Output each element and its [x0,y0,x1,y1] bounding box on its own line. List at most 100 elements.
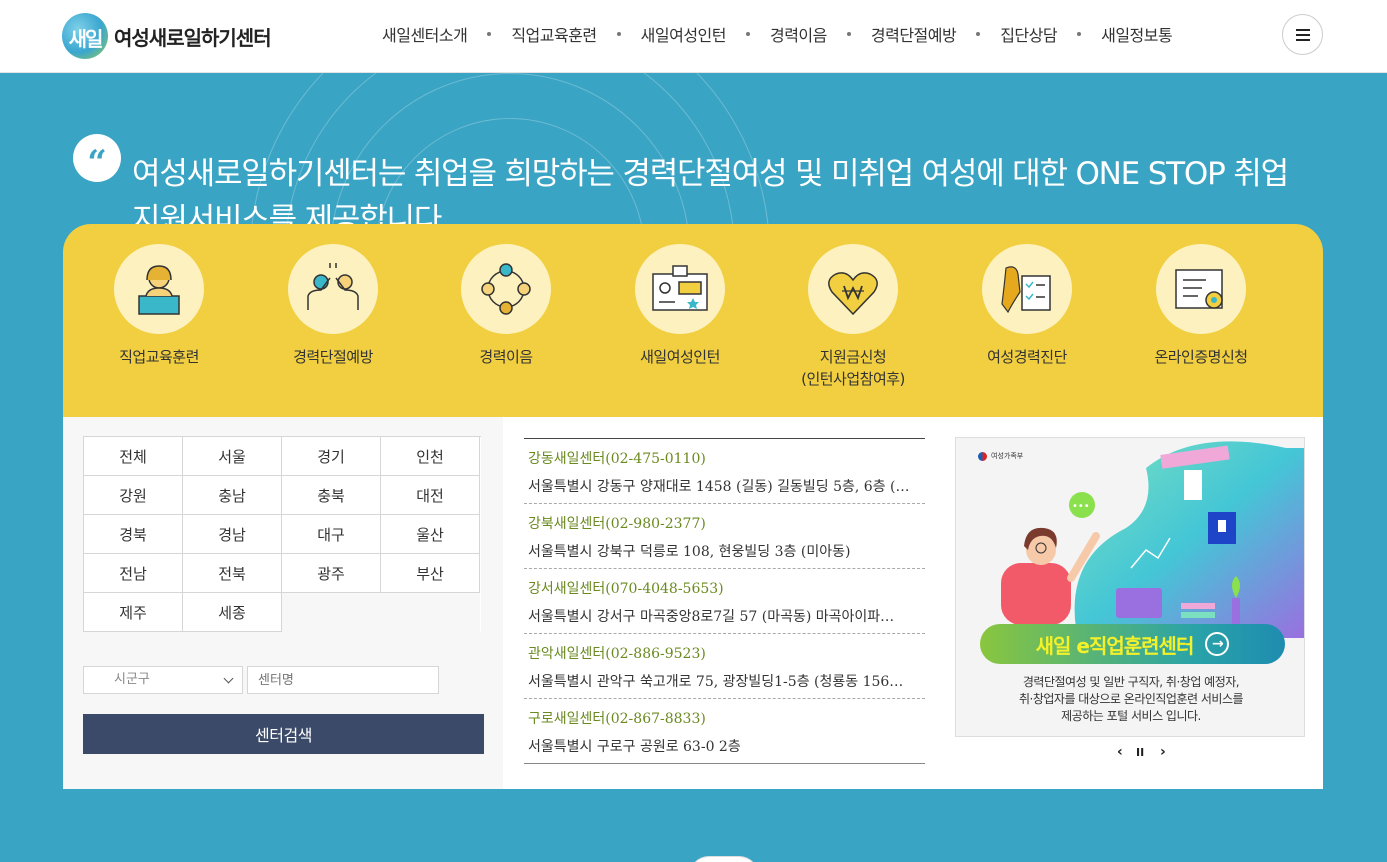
quick-item-label: 여성경력진단 [987,348,1067,366]
main-navigation: 새일센터소개 직업교육훈련 새일여성인턴 경력이음 경력단절예방 집단상담 새일… [372,22,1182,46]
region-chungnam[interactable]: 충남 [183,476,282,515]
high-five-icon [288,244,378,334]
hamburger-menu-button[interactable] [1282,14,1323,55]
hamburger-icon [1296,29,1310,31]
region-jeonbuk[interactable]: 전북 [183,554,282,593]
center-name[interactable]: 구로새일센터(02-867-8833) [528,699,921,731]
center-name[interactable]: 강북새일센터(02-980-2377) [528,504,921,536]
hamburger-icon-line [1296,34,1310,36]
speech-bubble-icon: ••• [1072,501,1090,512]
arrow-right-icon: → [1205,632,1230,656]
center-address: 서울특별시 강북구 덕릉로 108, 현웅빌딩 3층 (미아동) [528,544,851,560]
list-item[interactable]: 관악새일센터(02-886-9523) 서울특별시 관악구 쑥고개로 75, 광… [524,634,925,699]
region-empty-cell [282,593,381,632]
won-heart-icon [808,244,898,334]
quick-item-vocational-training[interactable]: 직업교육훈련 [84,244,234,368]
quick-item-label: 지원금신청 (인턴사업참여후) [778,346,928,390]
center-address: 서울특별시 구로구 공원로 63-0 2층 [528,739,741,755]
region-chungbuk[interactable]: 충북 [282,476,381,515]
center-address: 서울특별시 관악구 쑥고개로 75, 광장빌딩1-5층 (청룡동 156… [528,674,904,690]
id-card-icon [635,244,725,334]
site-logo[interactable]: 새일 여성새로일하기센터 [62,12,272,60]
nav-item-vocational-training[interactable]: 직업교육훈련 [501,22,606,46]
center-address: 서울특별시 강동구 양재대로 1458 (길동) 길동빌딩 5층, 6층 (… [528,479,910,495]
nav-item-saeil-info[interactable]: 새일정보통 [1091,22,1182,46]
center-search-button[interactable]: 센터검색 [83,714,484,754]
nav-item-group-counseling[interactable]: 집단상담 [990,22,1067,46]
nav-item-career-link[interactable]: 경력이음 [760,22,837,46]
quick-item-subsidy-application[interactable]: 지원금신청 (인턴사업참여후) [778,244,928,390]
list-item[interactable]: 강동새일센터(02-475-0110) 서울특별시 강동구 양재대로 1458 … [524,439,925,504]
quick-item-label: 온라인증명신청 [1154,348,1248,366]
banner-desc-line: 취·창업자를 대상으로 온라인직업훈련 서비스를 [1018,692,1244,706]
center-name-input[interactable] [247,666,439,694]
list-item[interactable]: 강북새일센터(02-980-2377) 서울특별시 강북구 덕릉로 108, 현… [524,504,925,569]
nav-separator [487,32,492,36]
center-name[interactable]: 강서새일센터(070-4048-5653) [528,569,921,601]
logo-mark-icon: 새일 [62,13,108,59]
list-item[interactable]: 강서새일센터(070-4048-5653) 서울특별시 강서구 마곡중앙8로7길… [524,569,925,634]
nav-separator [976,32,981,36]
quick-item-online-certificate[interactable]: 온라인증명신청 [1126,244,1276,368]
region-daegu[interactable]: 대구 [282,515,381,554]
quick-item-label: 경력단절예방 [293,348,373,366]
nav-separator [616,32,621,36]
center-name[interactable]: 강동새일센터(02-475-0110) [528,439,921,471]
region-busan[interactable]: 부산 [381,554,480,593]
center-list: 강동새일센터(02-475-0110) 서울특별시 강동구 양재대로 1458 … [524,438,925,764]
district-select-value: 시군구 [114,672,150,687]
region-gyeonggi[interactable]: 경기 [282,437,381,476]
chevron-down-icon [223,673,234,684]
e-training-center-link[interactable]: 새일 e직업훈련센터 → [980,624,1285,664]
center-address: 서울특별시 강서구 마곡중앙8로7길 57 (마곡동) 마곡아이파… [528,609,895,625]
nav-item-women-intern[interactable]: 새일여성인턴 [631,22,736,46]
region-daejeon[interactable]: 대전 [381,476,480,515]
content-panel: 전체 서울 경기 인천 강원 충남 충북 대전 경북 경남 대구 울산 전남 전… [63,417,1323,789]
quick-item-label-sub: (인턴사업참여후) [801,370,905,388]
region-gyeongbuk[interactable]: 경북 [84,515,183,554]
quick-item-label: 새일여성인턴 [640,348,720,366]
quote-icon: “ [73,134,121,182]
region-search-box: 전체 서울 경기 인천 강원 충남 충북 대전 경북 경남 대구 울산 전남 전… [63,417,503,789]
region-ulsan[interactable]: 울산 [381,515,480,554]
region-jeju[interactable]: 제주 [84,593,183,632]
quick-item-career-diagnosis[interactable]: 여성경력진단 [952,244,1102,368]
quick-item-women-intern[interactable]: 새일여성인턴 [605,244,755,368]
region-grid: 전체 서울 경기 인천 강원 충남 충북 대전 경북 경남 대구 울산 전남 전… [83,436,481,632]
connected-people-icon [461,244,551,334]
nav-item-career-break-prevention[interactable]: 경력단절예방 [861,22,966,46]
e-training-center-label: 새일 e직업훈련센터 [1035,633,1195,658]
district-select[interactable]: 시군구 [83,666,243,694]
nav-separator [745,32,750,36]
region-sejong[interactable]: 세종 [183,593,282,632]
quick-item-label: 경력이음 [479,348,533,366]
region-gyeongnam[interactable]: 경남 [183,515,282,554]
quick-item-career-break-prevention[interactable]: 경력단절예방 [258,244,408,368]
banner-next-button[interactable]: › [1160,744,1166,760]
hero-message-line: 여성새로일하기센터는 취업을 희망하는 경력단절여성 및 미취업 여성에 대한 … [132,156,1289,192]
site-header: 새일 여성새로일하기센터 새일센터소개 직업교육훈련 새일여성인턴 경력이음 경… [0,0,1387,73]
quick-item-label: 직업교육훈련 [119,348,199,366]
region-all[interactable]: 전체 [84,437,183,476]
region-gangwon[interactable]: 강원 [84,476,183,515]
logo-text: 여성새로일하기센터 [114,25,272,50]
banner-pause-button[interactable]: II [1136,746,1144,759]
region-jeonnam[interactable]: 전남 [84,554,183,593]
region-gwangju[interactable]: 광주 [282,554,381,593]
list-item[interactable]: 구로새일센터(02-867-8833) 서울특별시 구로구 공원로 63-0 2… [524,699,925,764]
region-empty-cell [381,593,480,632]
teacher-icon [114,244,204,334]
quick-item-career-link[interactable]: 경력이음 [431,244,581,368]
e-training-banner[interactable]: 여성가족부 ••• 새일 e직업훈련센터 → 경력단절여성 및 일반 구직자, … [955,437,1305,737]
certificate-icon [1156,244,1246,334]
center-name[interactable]: 관악새일센터(02-886-9523) [528,634,921,666]
banner-description: 경력단절여성 및 일반 구직자, 취·창업 예정자, 취·창업자를 대상으로 온… [956,674,1304,725]
quick-menu: 직업교육훈련 경력단절예방 경력이음 새일여성인턴 지원금신청 (인턴사업참여후… [63,224,1323,417]
region-seoul[interactable]: 서울 [183,437,282,476]
banner-desc-line: 제공하는 포털 서비스 입니다. [1061,709,1201,723]
region-incheon[interactable]: 인천 [381,437,480,476]
nav-item-center-intro[interactable]: 새일센터소개 [372,22,477,46]
quick-item-label-main: 지원금신청 [819,348,887,366]
nav-separator [1077,32,1082,36]
banner-prev-button[interactable]: ‹ [1117,744,1123,760]
